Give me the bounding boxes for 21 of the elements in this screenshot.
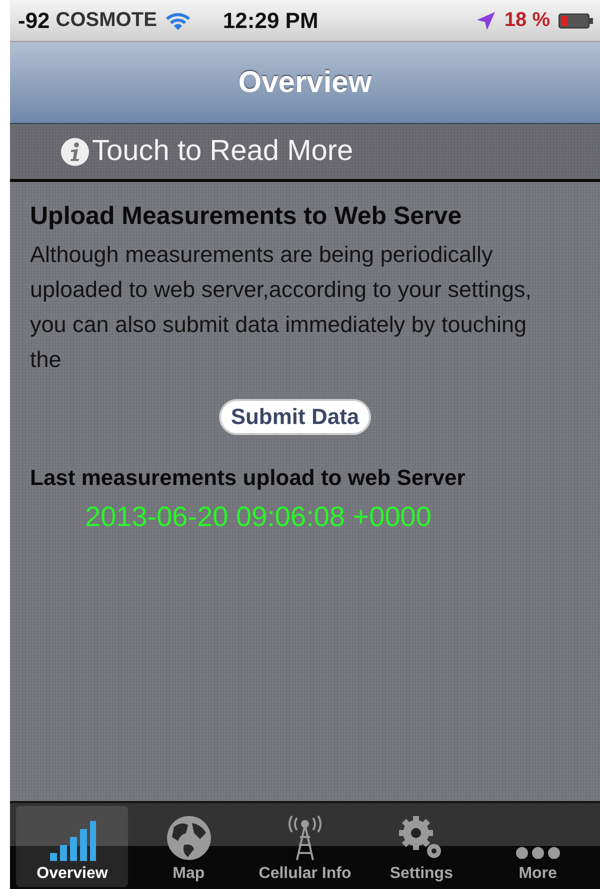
tab-item[interactable]: More xyxy=(482,806,594,887)
last-upload-timestamp: 2013-06-20 09:06:08 +0000 xyxy=(85,501,432,533)
info-icon xyxy=(60,136,90,166)
section-heading: Upload Measurements to Web Serve xyxy=(30,202,463,231)
location-arrow-icon xyxy=(476,10,496,30)
screen-title: Overview xyxy=(238,66,372,100)
tab-item[interactable]: Map xyxy=(132,806,245,887)
battery-icon xyxy=(558,12,594,30)
submit-data-button[interactable]: Submit Data xyxy=(218,399,372,435)
wifi-icon xyxy=(164,10,191,30)
more-dots-icon xyxy=(514,845,561,861)
description-text: Although measurements are being periodically uploaded to web server,according to your settings, you can also submit data immediately by touching the xyxy=(30,241,533,374)
globe-icon xyxy=(166,815,212,861)
tab-item[interactable]: Overview xyxy=(16,806,128,887)
tab-item[interactable]: Cellular Info xyxy=(248,806,362,887)
carrier-name: COSMOTE xyxy=(56,9,157,32)
last-upload-label: Last measurements upload to web Server xyxy=(30,465,466,491)
tab-item[interactable]: Settings xyxy=(365,806,478,887)
signal-strength: -92 xyxy=(18,8,50,34)
battery-percent: 18 % xyxy=(504,9,550,32)
clock-time: 12:29 PM xyxy=(222,8,318,34)
